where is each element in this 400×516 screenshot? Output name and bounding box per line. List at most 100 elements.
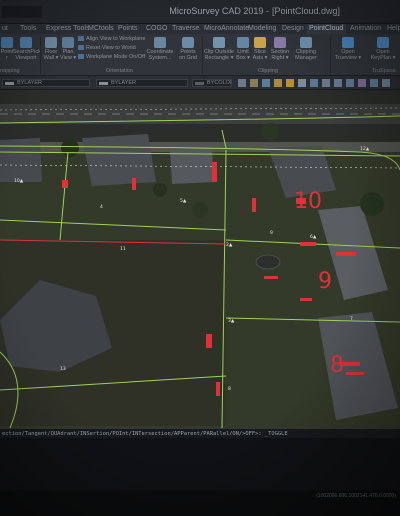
zoom-icon[interactable]	[310, 79, 318, 87]
point-label: 10▲	[14, 178, 24, 184]
lineweight-combo[interactable]: BYLAYER	[96, 79, 188, 87]
lot-number-label: 9	[318, 269, 332, 294]
point-cloud-drawing[interactable]: 10 9 8 2▲ 3▲ 4 5▲ 6▲ 7 8 9 10▲ 11 12▲ 13	[0, 90, 400, 428]
ribbon-separator	[330, 36, 331, 74]
cursor-coordinates: (1002096.806,1002141.476,0.0000)	[316, 493, 396, 499]
tab-points[interactable]: Points	[118, 25, 137, 33]
command-line[interactable]: ection/Tangent/QUAdrant/INSertion/POInt/…	[0, 428, 400, 438]
open-keyplan-sublabel: KeyPlan ▾	[370, 55, 396, 61]
point-snap-sublabel: r	[6, 55, 8, 61]
clipping-manager-button[interactable]: Clipping Manager	[292, 37, 320, 61]
text-icon[interactable]	[298, 79, 306, 87]
orbit-icon[interactable]	[334, 79, 342, 87]
points-on-grid-icon	[182, 37, 194, 48]
clipping-manager-sublabel: Manager	[295, 55, 317, 61]
tab-traverse[interactable]: Traverse	[172, 25, 199, 33]
reset-view-icon	[78, 45, 84, 51]
tab-cogo[interactable]: COGO	[146, 25, 167, 33]
freeze-icon[interactable]	[250, 79, 258, 87]
floor-wall-icon	[45, 37, 57, 48]
linetype-swatch	[5, 82, 14, 85]
section-right-icon	[274, 37, 286, 48]
limit-box-button[interactable]: Limit Box ▾	[235, 37, 251, 61]
point-snap-button[interactable]: Point r	[0, 37, 14, 61]
house-roof	[0, 138, 42, 182]
plan-view-button[interactable]: Plan View ▾	[60, 37, 76, 61]
workplane-mode-label: Workplane Mode On/Off	[86, 54, 146, 60]
plan-view-icon	[62, 37, 74, 48]
point-label: 4	[100, 204, 103, 210]
points-on-grid-sublabel: on Grid	[178, 55, 198, 61]
lot-number-label: 8	[330, 353, 344, 378]
tab-pointcloud[interactable]: PointCloud	[306, 24, 347, 34]
lineweight-value: BYLAYER	[111, 80, 136, 86]
align-view-label: Align View to Workplane	[86, 36, 146, 42]
section-right-button[interactable]: Section Right ▾	[269, 37, 291, 61]
section-right-sublabel: Right ▾	[271, 55, 289, 61]
workplane-mode-icon	[78, 54, 84, 60]
open-trueview-sublabel: Trueview ▾	[334, 55, 362, 61]
layer-properties-toolbar: BYLAYER BYLAYER BYCOLOR	[0, 76, 400, 90]
measure-icon[interactable]	[370, 79, 378, 87]
group-label-snapping: napping	[0, 68, 20, 74]
slice-axis-sublabel: Axis ▾	[252, 55, 268, 61]
point-label: 9	[270, 230, 273, 236]
lock-icon[interactable]	[262, 79, 270, 87]
clip-outside-rectangle-button[interactable]: Clip Outside Rectangle ▾	[204, 37, 234, 61]
tab-animation[interactable]: Animation	[350, 25, 381, 33]
tab-help[interactable]: Help	[387, 25, 400, 33]
point-label: 3▲	[228, 318, 235, 324]
reset-view-to-world-button[interactable]: Reset View to World	[78, 45, 136, 52]
window-title: MicroSurvey CAD 2019 - [PointCloud.dwg]	[169, 6, 340, 16]
open-keyplan-button[interactable]: Open KeyPlan ▾	[368, 37, 398, 61]
ribbon-separator	[40, 36, 41, 74]
trampoline	[255, 254, 281, 270]
color-combo[interactable]: BYCOLOR	[192, 79, 232, 87]
tab-layout[interactable]: ut	[2, 25, 8, 33]
searchpick-viewport-button[interactable]: SearchPick Viewport	[13, 37, 41, 61]
color-swatch	[195, 82, 204, 85]
clip-outside-icon	[213, 37, 225, 48]
linetype-combo[interactable]: BYLAYER	[2, 79, 90, 87]
coordinate-system-button[interactable]: Coordinate System...	[146, 37, 174, 61]
coordinate-system-icon	[154, 37, 166, 48]
view-icon[interactable]	[346, 79, 354, 87]
document-name: [PointCloud.dwg]	[271, 6, 340, 16]
status-bar: (1002096.806,1002141.476,0.0000)	[0, 490, 400, 516]
dimension-icon[interactable]	[286, 79, 294, 87]
ribbon-tab-bar: ut Tools Express Tools MCtools Points CO…	[0, 24, 400, 34]
pan-icon[interactable]	[322, 79, 330, 87]
group-label-clipping: Clipping	[258, 68, 278, 74]
open-trueview-button[interactable]: Open Trueview ▾	[334, 37, 362, 61]
ribbon-panel: Point r SearchPick Viewport Floor Wall ▾…	[0, 34, 400, 76]
point-label: 6▲	[310, 234, 317, 240]
render-icon[interactable]	[358, 79, 366, 87]
clip-outside-sublabel: Rectangle ▾	[204, 55, 234, 61]
tab-mctools[interactable]: MCtools	[88, 25, 114, 33]
linetype-value: BYLAYER	[17, 80, 42, 86]
keyplan-icon	[377, 37, 389, 48]
tab-modeling[interactable]: Modeling	[248, 25, 276, 33]
point-label: 7	[350, 316, 353, 322]
quick-access-toolbar[interactable]	[2, 6, 42, 18]
align-view-to-workplane-button[interactable]: Align View to Workplane	[78, 36, 145, 43]
floor-wall-button[interactable]: Floor Wall ▾	[42, 37, 60, 61]
workplane-mode-toggle[interactable]: Workplane Mode On/Off	[78, 54, 145, 61]
drawing-viewport[interactable]: 10 9 8 2▲ 3▲ 4 5▲ 6▲ 7 8 9 10▲ 11 12▲ 13	[0, 90, 400, 428]
tab-design[interactable]: Design	[282, 25, 304, 33]
plan-view-sublabel: View ▾	[60, 55, 77, 61]
limit-box-icon	[237, 37, 249, 48]
searchpick-icon	[20, 37, 32, 48]
tab-tools[interactable]: Tools	[20, 25, 36, 33]
point-label: 12▲	[360, 146, 370, 152]
tab-microannotate[interactable]: MicroAnnotate	[204, 25, 249, 33]
points-on-grid-button[interactable]: Points on Grid	[176, 37, 200, 61]
slice-axis-button[interactable]: Slice Axis ▾	[252, 37, 268, 61]
group-label-truspace: TruSpace	[372, 68, 396, 74]
properties-icon[interactable]	[382, 79, 390, 87]
snap-icon[interactable]	[274, 79, 282, 87]
slice-axis-icon	[254, 37, 266, 48]
point-snap-icon	[1, 37, 13, 48]
layer-icon[interactable]	[238, 79, 246, 87]
tab-express-tools[interactable]: Express Tools	[46, 25, 89, 33]
